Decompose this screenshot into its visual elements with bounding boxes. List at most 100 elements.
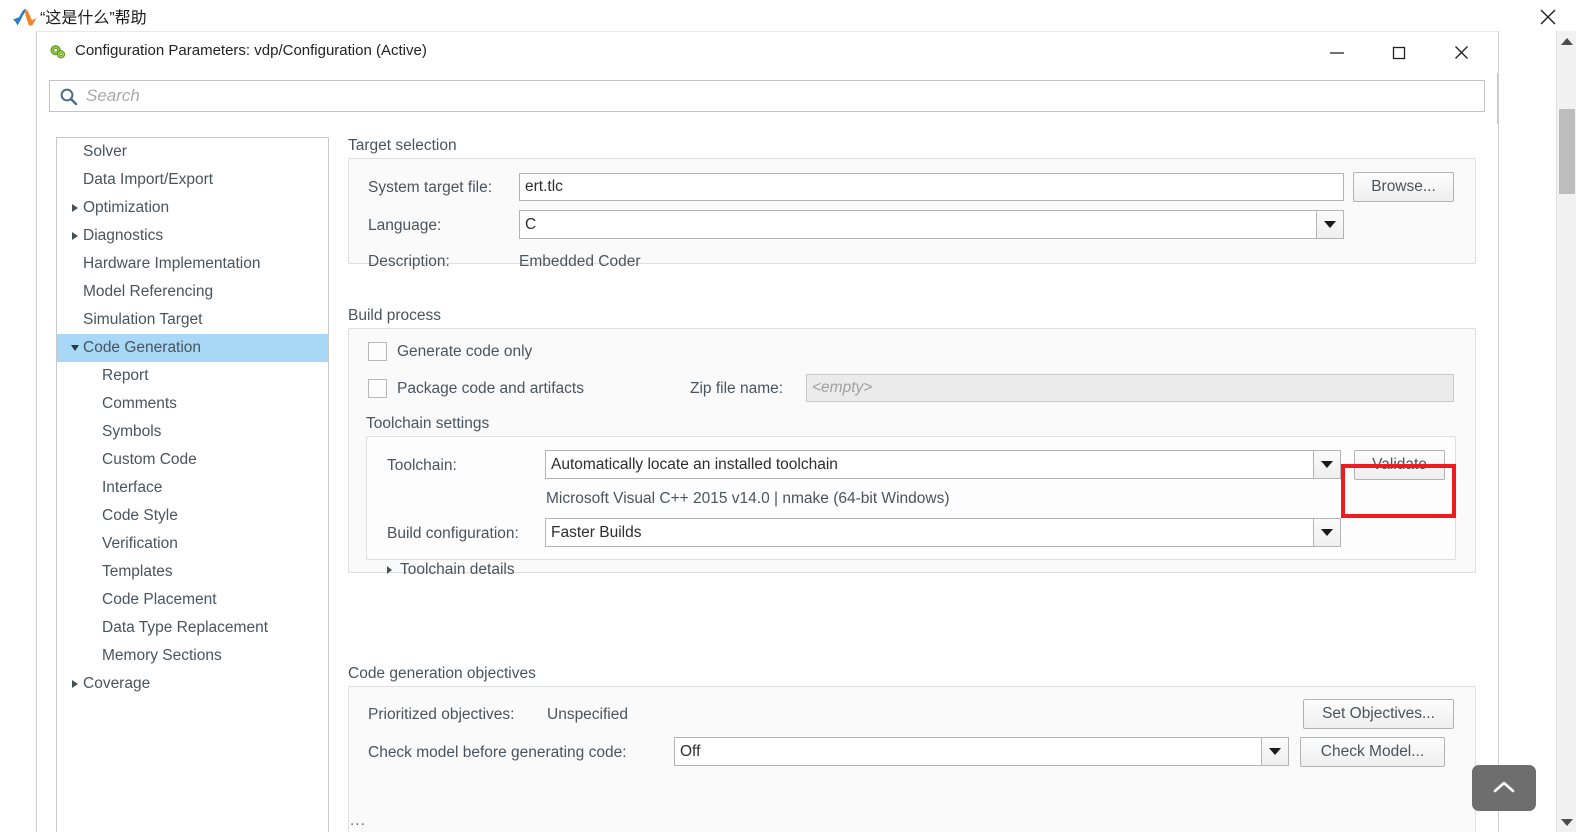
search-input[interactable] (86, 86, 1484, 106)
sidebar-item-verification[interactable]: Verification (57, 530, 328, 558)
toolchain-settings-title: Toolchain settings (366, 415, 490, 432)
dialog-body: Solver Data Import/Export Optimization Diag… (37, 124, 1498, 832)
search-bar[interactable] (49, 80, 1485, 112)
sidebar-item-label: Model Referencing (83, 283, 214, 300)
right-gap (1499, 31, 1556, 832)
chevron-down-icon[interactable] (1261, 738, 1288, 765)
generate-code-only-checkbox[interactable] (368, 342, 387, 361)
sidebar-item-model-referencing[interactable]: Model Referencing (57, 278, 328, 306)
maximize-icon[interactable] (1376, 32, 1422, 73)
generate-code-only-row[interactable]: Generate code only (368, 342, 532, 361)
sidebar-item-label: Diagnostics (83, 227, 164, 244)
build-configuration-combobox[interactable]: Faster Builds (545, 518, 1341, 547)
chevron-down-icon[interactable] (69, 334, 81, 362)
configuration-parameters-dialog: Configuration Parameters: vdp/Configurat… (36, 31, 1499, 832)
chevron-right-icon[interactable] (69, 194, 81, 222)
description-label: Description: (368, 253, 450, 270)
set-objectives-button[interactable]: Set Objectives... (1303, 699, 1454, 729)
check-model-combobox[interactable]: Off (674, 737, 1289, 766)
system-target-file-label: System target file: (368, 179, 493, 196)
sidebar-item-code-placement[interactable]: Code Placement (57, 586, 328, 614)
sidebar-item-memory-sections[interactable]: Memory Sections (57, 642, 328, 670)
sidebar-item-label: Code Generation (83, 339, 202, 356)
sidebar-item-label: Simulation Target (83, 311, 203, 328)
sidebar-item-label: Interface (102, 479, 163, 496)
sidebar-item-label: Code Placement (102, 591, 217, 608)
outer-window-close-icon[interactable] (1534, 6, 1562, 28)
sidebar-item-diagnostics[interactable]: Diagnostics (57, 222, 328, 250)
sidebar-item-comments[interactable]: Comments (57, 390, 328, 418)
generate-code-only-label: Generate code only (397, 342, 533, 360)
sidebar-item-label: Verification (102, 535, 178, 552)
sidebar-item-solver[interactable]: Solver (57, 138, 328, 166)
sidebar-item-templates[interactable]: Templates (57, 558, 328, 586)
sidebar-item-label: Hardware Implementation (83, 255, 261, 272)
sidebar-item-coverage[interactable]: Coverage (57, 670, 328, 698)
sidebar-item-optimization[interactable]: Optimization (57, 194, 328, 222)
sidebar-item-symbols[interactable]: Symbols (57, 418, 328, 446)
language-combobox[interactable]: C (519, 210, 1344, 239)
prioritized-objectives-value: Unspecified (547, 706, 628, 723)
sidebar-item-label: Coverage (83, 675, 151, 692)
sidebar-item-hardware-implementation[interactable]: Hardware Implementation (57, 250, 328, 278)
sidebar-item-label: Comments (102, 395, 177, 412)
content-overflow-ellipsis: ... (350, 812, 366, 829)
zip-file-name-input: <empty> (806, 374, 1454, 402)
sidebar-item-simulation-target[interactable]: Simulation Target (57, 306, 328, 334)
toolchain-details-label: Toolchain details (400, 561, 515, 578)
sidebar-item-label: Optimization (83, 199, 170, 216)
build-configuration-value: Faster Builds (551, 523, 642, 541)
matlab-logo-icon (12, 8, 38, 26)
scrollbar-thumb[interactable] (1559, 109, 1575, 194)
sidebar-item-code-generation[interactable]: Code Generation (57, 334, 328, 362)
browse-button[interactable]: Browse... (1353, 172, 1454, 202)
sidebar-item-label: Templates (102, 563, 173, 580)
code-generation-objectives-title: Code generation objectives (348, 665, 536, 682)
toolchain-label: Toolchain: (387, 457, 457, 474)
language-label: Language: (368, 217, 442, 234)
check-model-button[interactable]: Check Model... (1300, 737, 1445, 767)
minimize-icon[interactable] (1314, 32, 1360, 73)
outer-window-title: “这是什么”帮助 (40, 10, 147, 27)
sidebar-item-label: Data Import/Export (83, 171, 214, 188)
page-scrollbar[interactable] (1556, 31, 1576, 832)
toolchain-combobox[interactable]: Automatically locate an installed toolch… (545, 450, 1341, 479)
chevron-right-icon[interactable] (69, 222, 81, 250)
search-icon (59, 87, 78, 106)
toolchain-detected-text: Microsoft Visual C++ 2015 v14.0 | nmake … (546, 490, 950, 507)
check-model-value: Off (680, 742, 701, 760)
dialog-title: Configuration Parameters: vdp/Configurat… (75, 42, 427, 59)
scroll-down-arrow-icon[interactable] (1557, 812, 1576, 832)
system-target-file-input[interactable]: ert.tlc (519, 173, 1344, 201)
sidebar-item-label: Data Type Replacement (102, 619, 269, 636)
sidebar-item-label: Code Style (102, 507, 178, 524)
validate-button[interactable]: Validate (1354, 450, 1445, 480)
scroll-up-arrow-icon[interactable] (1557, 31, 1576, 51)
scroll-to-top-button[interactable] (1472, 765, 1536, 811)
chevron-down-icon[interactable] (1316, 211, 1343, 238)
check-model-label: Check model before generating code: (368, 744, 627, 761)
package-code-checkbox[interactable] (368, 379, 387, 398)
sidebar-item-interface[interactable]: Interface (57, 474, 328, 502)
sidebar-item-label: Symbols (102, 423, 162, 440)
chevron-down-icon[interactable] (1313, 451, 1340, 478)
sidebar-item-data-import-export[interactable]: Data Import/Export (57, 166, 328, 194)
chevron-down-icon[interactable] (1313, 519, 1340, 546)
package-code-row[interactable]: Package code and artifacts (368, 379, 584, 398)
dialog-titlebar: Configuration Parameters: vdp/Configurat… (37, 32, 1498, 73)
description-value: Embedded Coder (519, 253, 641, 270)
settings-tree[interactable]: Solver Data Import/Export Optimization Diag… (56, 137, 329, 832)
sidebar-item-custom-code[interactable]: Custom Code (57, 446, 328, 474)
sidebar-item-label: Solver (83, 143, 127, 160)
chevron-right-icon (387, 566, 392, 574)
sidebar-item-report[interactable]: Report (57, 362, 328, 390)
target-selection-title: Target selection (348, 137, 457, 154)
toolchain-details-disclosure[interactable]: Toolchain details (387, 561, 515, 579)
sidebar-item-data-type-replacement[interactable]: Data Type Replacement (57, 614, 328, 642)
settings-content-pane: Target selection System target file: ert… (347, 124, 1498, 832)
sidebar-item-code-style[interactable]: Code Style (57, 502, 328, 530)
sidebar-item-label: Memory Sections (102, 647, 222, 664)
chevron-right-icon[interactable] (69, 670, 81, 698)
dialog-close-icon[interactable] (1438, 32, 1484, 73)
simulink-config-gears-icon (49, 43, 67, 61)
